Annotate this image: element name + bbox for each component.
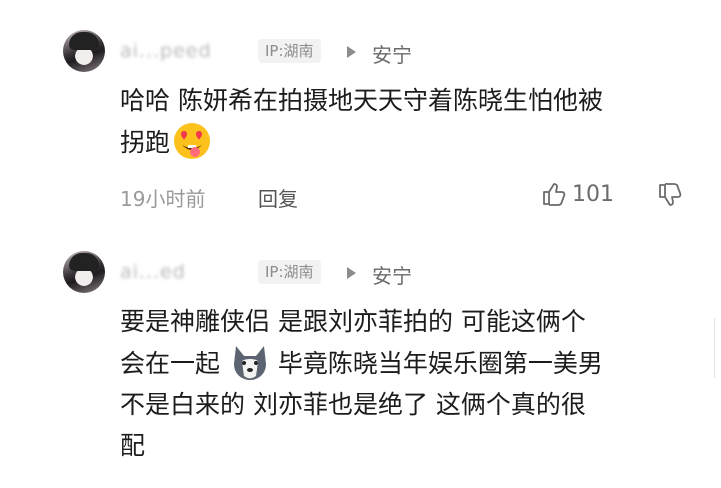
reply-button[interactable]: 回复 xyxy=(258,183,298,212)
ip-location-badge: IP:湖南 xyxy=(258,39,321,63)
thumbs-up-icon xyxy=(543,183,566,206)
comment-line-with-emoji: 拐跑 xyxy=(120,121,690,163)
comment-time: 19小时前 xyxy=(120,187,206,211)
avatar[interactable] xyxy=(63,251,105,293)
comment-text: 要是神雕侠侣 是跟刘亦菲拍的 可能这俩个 会在一起 毕竟陈晓当年娱乐圈第一美男 … xyxy=(120,301,690,466)
avatar-hair xyxy=(69,253,99,271)
comment-line: 会在一起 xyxy=(120,349,221,378)
comment-text: 哈哈 陈妍希在拍摄地天天守着陈晓生怕他被 拐跑 xyxy=(120,80,690,163)
comment-line-with-emoji: 会在一起 毕竟陈晓当年娱乐圈第一美男 xyxy=(120,342,690,384)
husky-dog-emoji xyxy=(233,346,266,380)
username[interactable]: ai...ed xyxy=(120,261,186,283)
like-button[interactable]: 101 xyxy=(540,180,614,208)
avatar-hair xyxy=(69,32,99,50)
triangle-right-icon xyxy=(347,46,356,58)
comment-line: 毕竟陈晓当年娱乐圈第一美男 xyxy=(277,349,603,378)
avatar[interactable] xyxy=(63,30,105,72)
comment-line: 哈哈 陈妍希在拍摄地天天守着陈晓生怕他被 xyxy=(120,86,603,115)
comment-line: 配 xyxy=(120,431,146,460)
comment-line: 不是白来的 刘亦菲也是绝了 这俩个真的很 xyxy=(120,390,586,419)
comment-line: 拐跑 xyxy=(120,128,171,157)
ip-location-badge: IP:湖南 xyxy=(258,260,321,284)
comment-line: 要是神雕侠侣 是跟刘亦菲拍的 可能这俩个 xyxy=(120,307,586,336)
heart-eyes-tongue-emoji xyxy=(174,123,211,159)
reply-target-name[interactable]: 安宁 xyxy=(372,39,412,68)
triangle-right-icon xyxy=(347,267,356,279)
dislike-button[interactable] xyxy=(656,181,684,213)
reply-target-name[interactable]: 安宁 xyxy=(372,260,412,289)
scrollbar[interactable] xyxy=(714,318,721,378)
username[interactable]: ai...peed xyxy=(120,40,212,62)
thumbs-down-icon xyxy=(659,183,682,206)
like-count: 101 xyxy=(572,181,614,207)
